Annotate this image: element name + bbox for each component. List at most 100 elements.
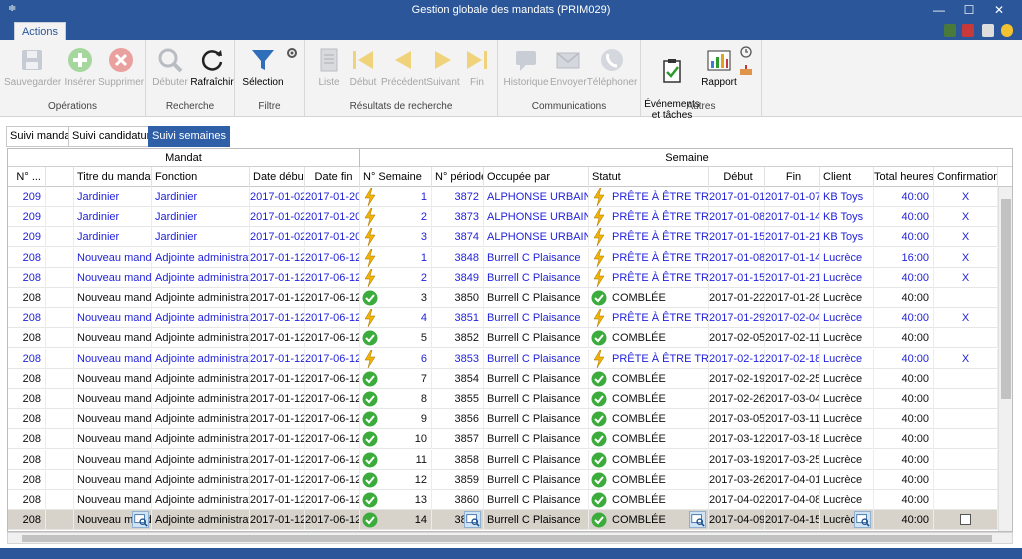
cell-sfin[interactable]: 2017-03-04 bbox=[765, 389, 820, 409]
cell-fonction[interactable]: Adjointe administrative bbox=[152, 368, 250, 389]
cell-sort[interactable] bbox=[46, 207, 74, 228]
hdr-confirmation[interactable]: Confirmation bbox=[934, 167, 998, 187]
table-row[interactable]: 208 Nouveau mandatAdjointe administrative… bbox=[8, 247, 998, 268]
report-button[interactable]: Rapport bbox=[701, 44, 737, 88]
cell-n[interactable]: 208 bbox=[8, 469, 46, 490]
cell-sdebut[interactable]: 2017-02-26 bbox=[709, 389, 765, 409]
start-search-button[interactable]: Débuter bbox=[150, 44, 190, 88]
cell-occupee[interactable]: Burrell C Plaisance bbox=[484, 409, 589, 430]
cell-confirmation[interactable] bbox=[934, 409, 998, 430]
cell-fin[interactable]: 2017-06-12 bbox=[305, 510, 360, 531]
cell-statut[interactable]: PRÊTE À ÊTRE TRAITÉ bbox=[589, 308, 709, 329]
cell-fonction[interactable]: Adjointe administrative bbox=[152, 308, 250, 329]
cell-no-semaine[interactable]: 5 bbox=[360, 328, 432, 349]
cell-statut[interactable]: COMBLÉE bbox=[589, 389, 709, 409]
cell-heures[interactable]: 40:00 bbox=[874, 409, 934, 430]
cell-sort[interactable] bbox=[46, 308, 74, 329]
cell-heures[interactable]: 40:00 bbox=[874, 389, 934, 409]
cell-fonction[interactable]: Adjointe administrative bbox=[152, 267, 250, 288]
maximize-button[interactable]: ☐ bbox=[954, 1, 984, 19]
cell-occupee[interactable]: ALPHONSE URBAIN bbox=[484, 187, 589, 207]
cell-fonction[interactable]: Adjointe administrative bbox=[152, 510, 250, 531]
table-row[interactable]: 208 Nouveau mandatAdjointe administrative… bbox=[8, 469, 998, 490]
table-row[interactable]: 208 Nouveau mandatAdjointe administrative… bbox=[8, 429, 998, 450]
table-row[interactable]: 209 Jardinier Jardinier 2017-01-02 2017-01-2… bbox=[8, 207, 998, 228]
cell-confirmation[interactable] bbox=[934, 490, 998, 510]
cell-sfin[interactable]: 2017-02-04 bbox=[765, 308, 820, 329]
previous-button[interactable]: Précédent bbox=[381, 44, 427, 88]
cell-fin[interactable]: 2017-06-12 bbox=[305, 288, 360, 308]
cell-n[interactable]: 209 bbox=[8, 227, 46, 248]
cell-statut[interactable]: COMBLÉE bbox=[589, 288, 709, 308]
cell-sort[interactable] bbox=[46, 429, 74, 450]
cell-client[interactable]: Lucrèce bbox=[820, 409, 874, 430]
cell-no-semaine[interactable]: 7 bbox=[360, 368, 432, 389]
cell-n[interactable]: 208 bbox=[8, 449, 46, 470]
cell-fonction[interactable]: Adjointe administrative bbox=[152, 348, 250, 369]
hdr-total-heures[interactable]: Total heures bbox=[874, 167, 934, 187]
cell-statut[interactable]: COMBLÉE bbox=[589, 490, 709, 510]
cell-statut[interactable]: COMBLÉE bbox=[589, 429, 709, 450]
cell-sort[interactable] bbox=[46, 389, 74, 409]
cell-periode[interactable]: 3858 bbox=[432, 449, 484, 470]
cell-periode[interactable]: 3859 bbox=[432, 469, 484, 490]
cell-sfin[interactable]: 2017-03-25 bbox=[765, 449, 820, 470]
cell-sort[interactable] bbox=[46, 267, 74, 288]
close-button[interactable]: ✕ bbox=[984, 1, 1014, 19]
cell-sfin[interactable]: 2017-02-18 bbox=[765, 348, 820, 369]
table-row[interactable]: 208 Nouveau mandatAdjointe administrative… bbox=[8, 510, 998, 531]
cell-confirmation[interactable]: X bbox=[934, 308, 998, 329]
cell-heures[interactable]: 40:00 bbox=[874, 288, 934, 308]
horizontal-scrollbar[interactable] bbox=[7, 532, 1013, 544]
help-icon[interactable] bbox=[1001, 24, 1013, 37]
cell-periode[interactable]: 3851 bbox=[432, 308, 484, 329]
lookup-icon[interactable] bbox=[132, 511, 149, 529]
cell-sfin[interactable]: 2017-01-14 bbox=[765, 207, 820, 228]
cell-debut[interactable]: 2017-01-12 bbox=[250, 308, 305, 329]
cell-sdebut[interactable]: 2017-01-08 bbox=[709, 247, 765, 268]
cell-confirmation[interactable] bbox=[934, 469, 998, 490]
cell-statut[interactable]: COMBLÉE bbox=[589, 328, 709, 349]
cell-periode[interactable]: 3873 bbox=[432, 207, 484, 228]
list-button[interactable]: Liste bbox=[313, 44, 345, 88]
cell-occupee[interactable]: Burrell C Plaisance bbox=[484, 288, 589, 308]
cell-titre[interactable]: Nouveau mandat bbox=[74, 348, 152, 369]
tab-suivi-semaines[interactable]: Suivi semaines bbox=[148, 126, 230, 147]
cell-no-semaine[interactable]: 14 bbox=[360, 510, 432, 531]
hdr-date-debut[interactable]: Date début bbox=[250, 167, 305, 187]
table-row[interactable]: 208 Nouveau mandatAdjointe administrative… bbox=[8, 490, 998, 510]
cell-confirmation[interactable] bbox=[934, 328, 998, 349]
cell-confirmation[interactable] bbox=[934, 510, 998, 531]
cell-no-semaine[interactable]: 11 bbox=[360, 449, 432, 470]
table-row[interactable]: 208 Nouveau mandatAdjointe administrative… bbox=[8, 409, 998, 430]
insert-button[interactable]: Insérer bbox=[62, 44, 98, 88]
cell-sdebut[interactable]: 2017-01-08 bbox=[709, 207, 765, 228]
cell-no-semaine[interactable]: 3 bbox=[360, 227, 432, 248]
cell-sdebut[interactable]: 2017-03-12 bbox=[709, 429, 765, 450]
cell-debut[interactable]: 2017-01-12 bbox=[250, 429, 305, 450]
cell-client[interactable]: Lucrèce bbox=[820, 288, 874, 308]
cell-sfin[interactable]: 2017-01-28 bbox=[765, 288, 820, 308]
cell-debut[interactable]: 2017-01-12 bbox=[250, 328, 305, 349]
cell-sdebut[interactable]: 2017-02-19 bbox=[709, 368, 765, 389]
cell-sdebut[interactable]: 2017-02-12 bbox=[709, 348, 765, 369]
cell-occupee[interactable]: Burrell C Plaisance bbox=[484, 308, 589, 329]
cell-heures[interactable]: 40:00 bbox=[874, 348, 934, 369]
cell-sdebut[interactable]: 2017-03-19 bbox=[709, 449, 765, 470]
selection-button[interactable]: Sélection bbox=[239, 44, 287, 88]
cell-sdebut[interactable]: 2017-04-09 bbox=[709, 510, 765, 531]
cell-confirmation[interactable]: X bbox=[934, 227, 998, 248]
cell-titre[interactable]: Jardinier bbox=[74, 227, 152, 248]
cell-debut[interactable]: 2017-01-02 bbox=[250, 227, 305, 248]
cell-client[interactable]: Lucrèce bbox=[820, 247, 874, 268]
cell-statut[interactable]: PRÊTE À ÊTRE TRAITÉ bbox=[589, 187, 709, 207]
hdr-date-fin[interactable]: Date fin bbox=[305, 167, 360, 187]
cell-sdebut[interactable]: 2017-01-15 bbox=[709, 227, 765, 248]
cell-no-semaine[interactable]: 1 bbox=[360, 187, 432, 207]
cell-statut[interactable]: PRÊTE À ÊTRE TRAITÉ bbox=[589, 207, 709, 228]
minimize-button[interactable]: — bbox=[924, 1, 954, 19]
cell-client[interactable]: Lucrèce bbox=[820, 348, 874, 369]
cell-titre[interactable]: Nouveau mandat bbox=[74, 288, 152, 308]
cell-sfin[interactable]: 2017-01-21 bbox=[765, 227, 820, 248]
cell-periode[interactable]: 3860 bbox=[432, 490, 484, 510]
